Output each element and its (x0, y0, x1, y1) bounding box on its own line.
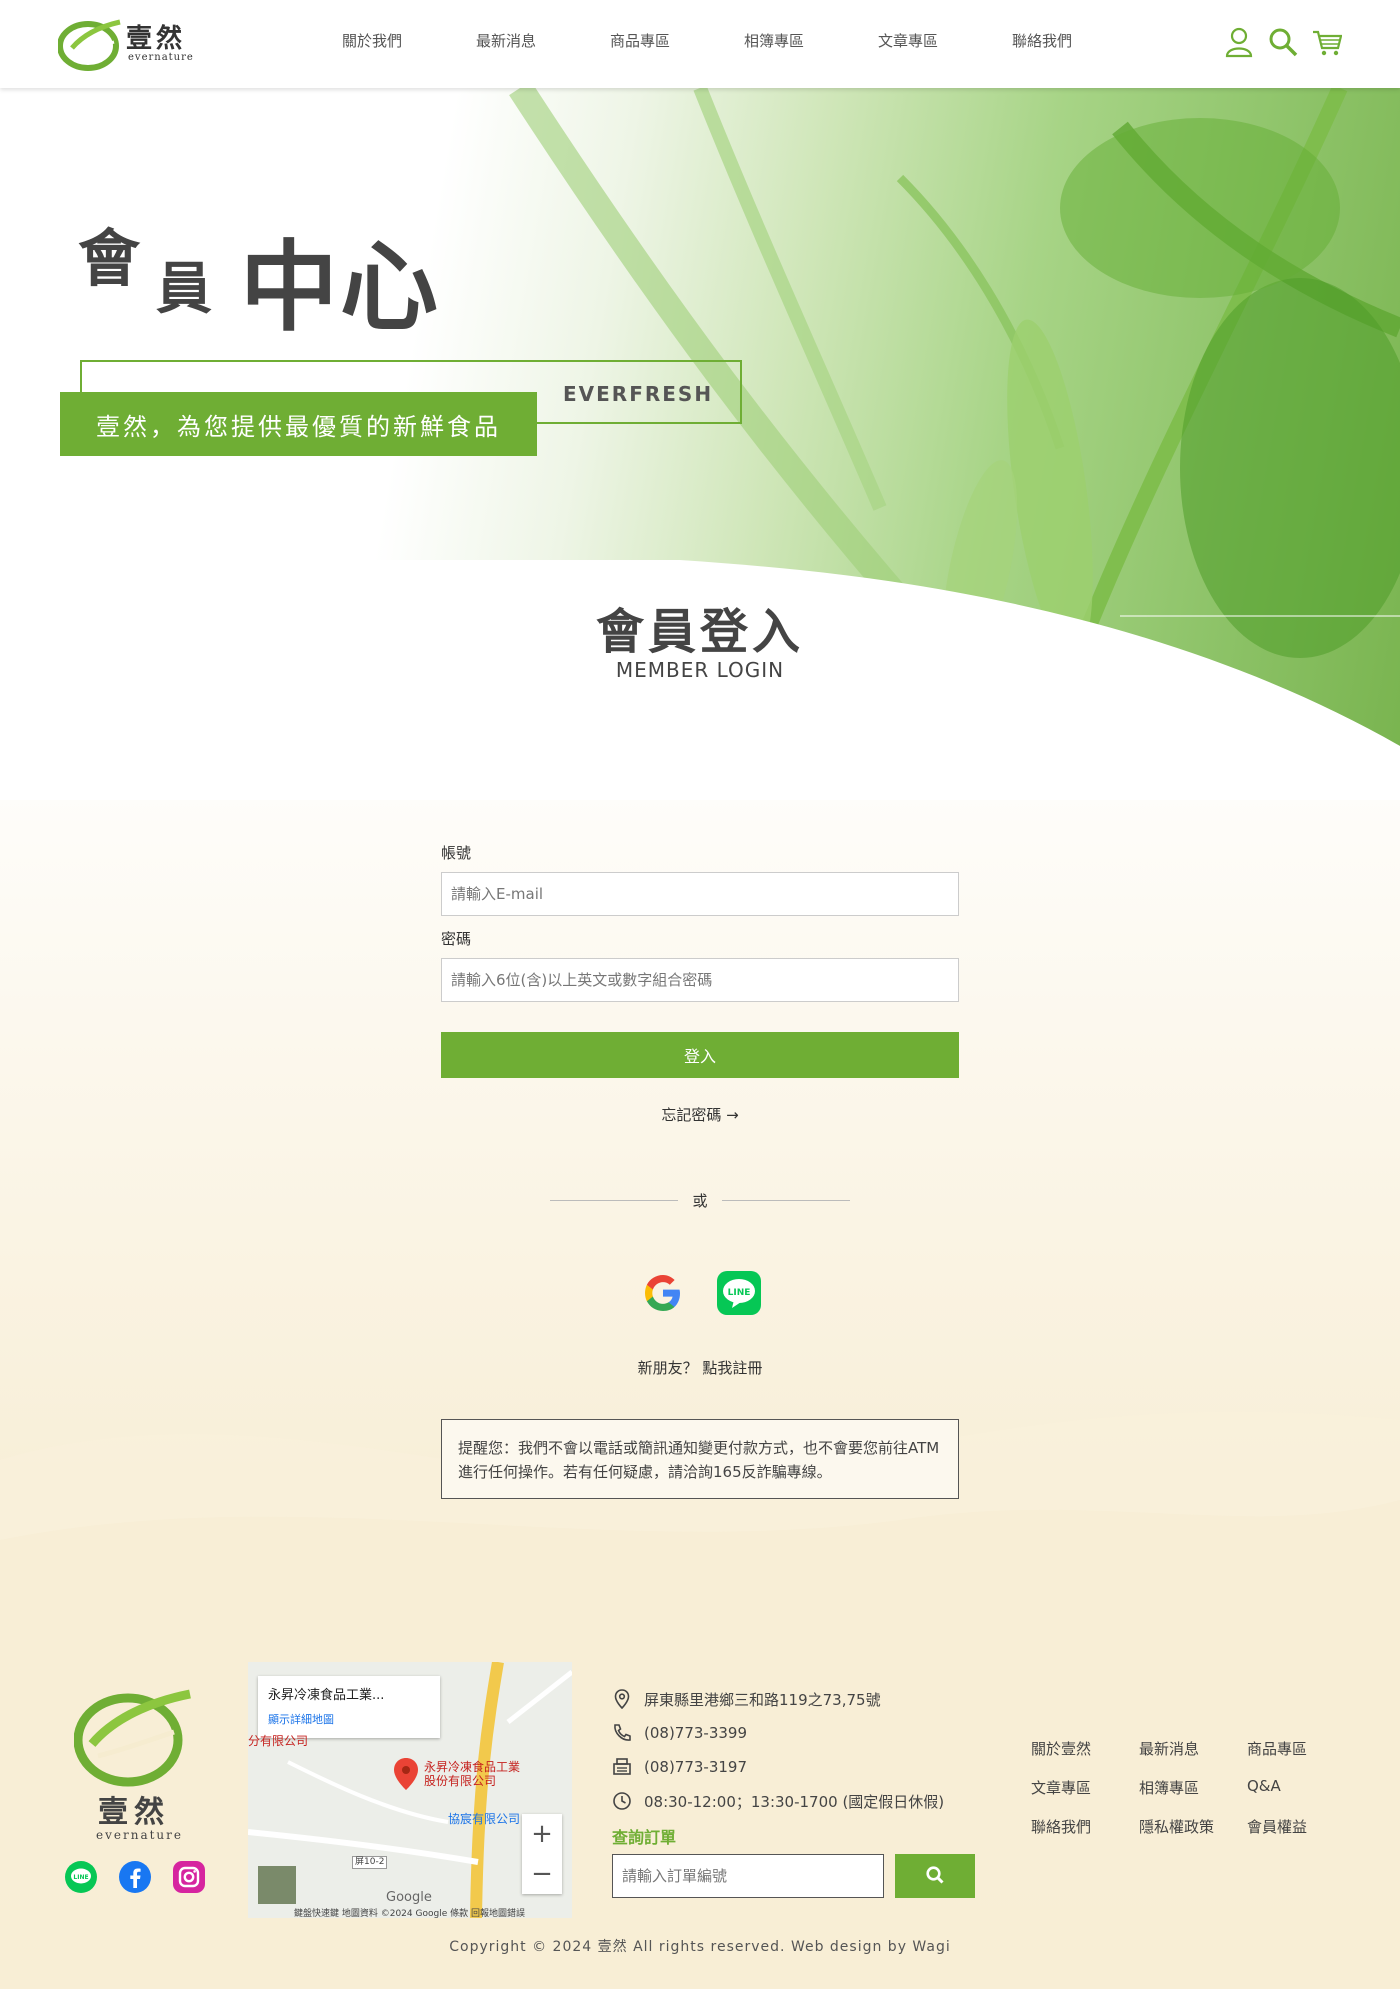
register-link[interactable]: 點我註冊 (702, 1359, 762, 1377)
instagram-icon[interactable] (172, 1860, 206, 1894)
footer-logo-subtitle: evernature (96, 1828, 183, 1842)
map-attribution: 鍵盤快速鍵 地圖資料 ©2024 Google 條款 回報地圖錯誤 (294, 1909, 525, 1918)
header-actions (1224, 26, 1343, 58)
cart-icon[interactable] (1312, 26, 1343, 58)
login-subtitle: MEMBER LOGIN (615, 658, 785, 682)
footer-links: 關於壹然 最新消息 商品專區 文章專區 相簿專區 Q&A 聯絡我們 隱私權政策 … (1031, 1738, 1337, 1837)
google-icon[interactable] (640, 1270, 686, 1316)
nav-articles[interactable]: 文章專區 (841, 30, 975, 51)
map-pin-label-1: 永昇冷凍食品工業 (424, 1760, 521, 1774)
order-number-input[interactable] (612, 1854, 884, 1898)
site-header: 壹然 evernature 關於我們 最新消息 商品專區 相簿專區 文章專區 聯… (0, 0, 1400, 88)
facebook-icon[interactable] (118, 1860, 152, 1894)
logo-leaf-icon (57, 19, 121, 71)
nav-news[interactable]: 最新消息 (439, 30, 573, 51)
hero-title-char-2: 員 (156, 257, 212, 322)
contact-hours-text: 08:30-12:00；13:30-1700 (國定假日休假) (644, 1792, 945, 1811)
nav-products[interactable]: 商品專區 (573, 30, 707, 51)
register-prefix: 新朋友？ (637, 1359, 698, 1377)
footer-link-articles[interactable]: 文章專區 (1031, 1777, 1139, 1798)
location-map[interactable]: 永昇冷凍食品工業... 顯示詳細地圖 分有限公司 永昇冷凍食品工業 股份有限公司… (248, 1662, 572, 1918)
map-google-logo: Google (386, 1890, 432, 1905)
account-input[interactable] (441, 872, 959, 916)
login-form: 帳號 密碼 登入 (441, 842, 959, 1078)
main-nav: 關於我們 最新消息 商品專區 相簿專區 文章專區 聯絡我們 (305, 30, 1109, 51)
register-prompt: 新朋友？ 點我註冊 (0, 1357, 1400, 1378)
hero-slogan-banner: 壹然，為您提供最優質的新鮮食品 (60, 392, 537, 456)
hero-title-char-1: 會 (78, 222, 141, 295)
login-button[interactable]: 登入 (441, 1032, 959, 1078)
account-label: 帳號 (441, 844, 472, 862)
footer-link-news[interactable]: 最新消息 (1139, 1738, 1247, 1759)
footer-social: LINE (64, 1860, 206, 1894)
location-icon (612, 1689, 632, 1710)
logo-name: 壹然 (126, 24, 187, 54)
hero-slogan: 壹然，為您提供最優質的新鮮食品 (96, 412, 501, 441)
map-pin-icon[interactable] (394, 1758, 418, 1790)
map-place-card: 永昇冷凍食品工業... 顯示詳細地圖 (258, 1676, 440, 1738)
password-label: 密碼 (441, 930, 472, 948)
footer-link-album[interactable]: 相簿專區 (1139, 1777, 1247, 1798)
copyright: Copyright © 2024 壹然 All rights reserved.… (449, 1939, 951, 1955)
hero-title-main: 中心 (240, 231, 441, 345)
hero-tag: EVERFRESH (563, 382, 714, 406)
footer-link-products[interactable]: 商品專區 (1247, 1738, 1337, 1759)
svg-text:LINE: LINE (73, 1874, 88, 1881)
contact-address-text: 屏東縣里港鄉三和路119之73,75號 (644, 1690, 881, 1709)
map-detail-link[interactable]: 顯示詳細地圖 (268, 1711, 430, 1727)
map-zoom-controls: + − (522, 1814, 562, 1894)
footer-link-contact[interactable]: 聯絡我們 (1031, 1816, 1139, 1837)
user-icon[interactable] (1224, 26, 1254, 58)
contact-fax: (08)773-3197 (612, 1750, 944, 1784)
nav-contact[interactable]: 聯絡我們 (975, 30, 1109, 51)
nav-album[interactable]: 相簿專區 (707, 30, 841, 51)
map-label-place: 協宸有限公司 (448, 1812, 521, 1826)
map-pin-label-2: 股份有限公司 (424, 1774, 497, 1788)
login-title: 會員登入 (595, 604, 804, 660)
search-icon[interactable] (1268, 26, 1298, 58)
logo-subtitle: evernature (128, 52, 194, 63)
social-login: LINE (640, 1270, 762, 1316)
footer-link-member-rights[interactable]: 會員權益 (1247, 1816, 1337, 1837)
fraud-notice: 提醒您：我們不會以電話或簡訊通知變更付款方式，也不會要您前往ATM進行任何操作。… (441, 1419, 959, 1499)
line-icon[interactable]: LINE (64, 1860, 98, 1894)
password-input[interactable] (441, 958, 959, 1002)
footer-link-privacy[interactable]: 隱私權政策 (1139, 1816, 1247, 1837)
forgot-password-link[interactable]: 忘記密碼 → (0, 1104, 1400, 1125)
site-logo[interactable]: 壹然 evernature (57, 12, 198, 76)
phone-icon (612, 1723, 632, 1743)
contact-fax-text: (08)773-3197 (644, 1758, 748, 1776)
nav-about[interactable]: 關於我們 (305, 30, 439, 51)
contact-hours: 08:30-12:00；13:30-1700 (國定假日休假) (612, 1784, 944, 1818)
contact-address: 屏東縣里港鄉三和路119之73,75號 (612, 1682, 944, 1716)
map-zoom-in-button[interactable]: + (522, 1814, 562, 1854)
contact-phone: (08)773-3399 (612, 1716, 944, 1750)
map-zoom-out-button[interactable]: − (522, 1854, 562, 1894)
footer-link-about[interactable]: 關於壹然 (1031, 1738, 1139, 1759)
contact-phone-text[interactable]: (08)773-3399 (644, 1724, 747, 1742)
map-road-label: 屏10-2 (352, 1856, 388, 1869)
map-place-title: 永昇冷凍食品工業... (268, 1688, 385, 1703)
map-label-company: 分有限公司 (248, 1734, 309, 1748)
or-label: 或 (692, 1192, 708, 1210)
line-icon[interactable]: LINE (716, 1270, 762, 1316)
order-search-button[interactable] (895, 1854, 975, 1898)
fax-icon (612, 1757, 632, 1777)
order-lookup-title: 查詢訂單 (612, 1828, 677, 1847)
svg-text:LINE: LINE (728, 1288, 751, 1298)
search-icon (926, 1865, 944, 1884)
footer-link-qa[interactable]: Q&A (1247, 1777, 1337, 1798)
contact-info: 屏東縣里港鄉三和路119之73,75號 (08)773-3399 (08)773… (612, 1682, 944, 1818)
or-divider: 或 (550, 1190, 850, 1210)
footer-logo-name: 壹然 (98, 1795, 170, 1830)
clock-icon (612, 1791, 632, 1811)
